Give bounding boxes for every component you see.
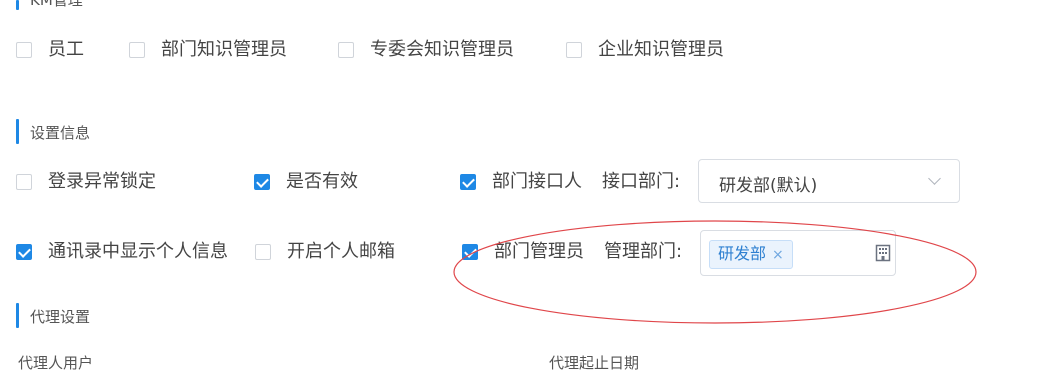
checkbox-show-in-contacts[interactable]: [16, 244, 32, 260]
checkbox-login-lock[interactable]: [16, 174, 32, 190]
chevron-down-icon: [928, 172, 941, 185]
label-enterprise-km-admin: 企业知识管理员: [598, 39, 724, 60]
label-login-lock: 登录异常锁定: [48, 171, 156, 192]
checkbox-enterprise-km-admin[interactable]: [566, 42, 582, 58]
checkbox-employee[interactable]: [16, 42, 32, 58]
label-is-valid: 是否有效: [286, 171, 358, 192]
km-section-title: KM管理: [30, 0, 83, 9]
interface-dept-select[interactable]: 研发部(默认): [698, 159, 960, 203]
proxy-user-label: 代理人用户: [18, 354, 94, 372]
label-interface-dept: 接口部门:: [602, 171, 681, 192]
proxy-section-title: 代理设置: [30, 308, 91, 326]
settings-section-bar: [16, 119, 19, 144]
km-section-bar: [16, 0, 19, 10]
label-show-in-contacts: 通讯录中显示个人信息: [48, 241, 228, 262]
label-committee-km-admin: 专委会知识管理员: [370, 39, 514, 60]
label-personal-email: 开启个人邮箱: [287, 241, 395, 262]
checkbox-dept-km-admin[interactable]: [129, 42, 145, 58]
label-dept-km-admin: 部门知识管理员: [161, 39, 287, 60]
settings-section-title: 设置信息: [30, 124, 91, 142]
label-employee: 员工: [48, 39, 84, 60]
label-interface-person: 部门接口人: [492, 171, 582, 192]
checkbox-interface-person[interactable]: [460, 174, 476, 190]
proxy-section-bar: [16, 303, 19, 328]
proxy-date-label: 代理起止日期: [549, 354, 640, 372]
annotation-ellipse: [453, 220, 977, 324]
checkbox-committee-km-admin[interactable]: [338, 42, 354, 58]
checkbox-personal-email[interactable]: [255, 244, 271, 260]
interface-dept-select-value: 研发部(默认): [719, 176, 818, 196]
checkbox-is-valid[interactable]: [254, 174, 270, 190]
